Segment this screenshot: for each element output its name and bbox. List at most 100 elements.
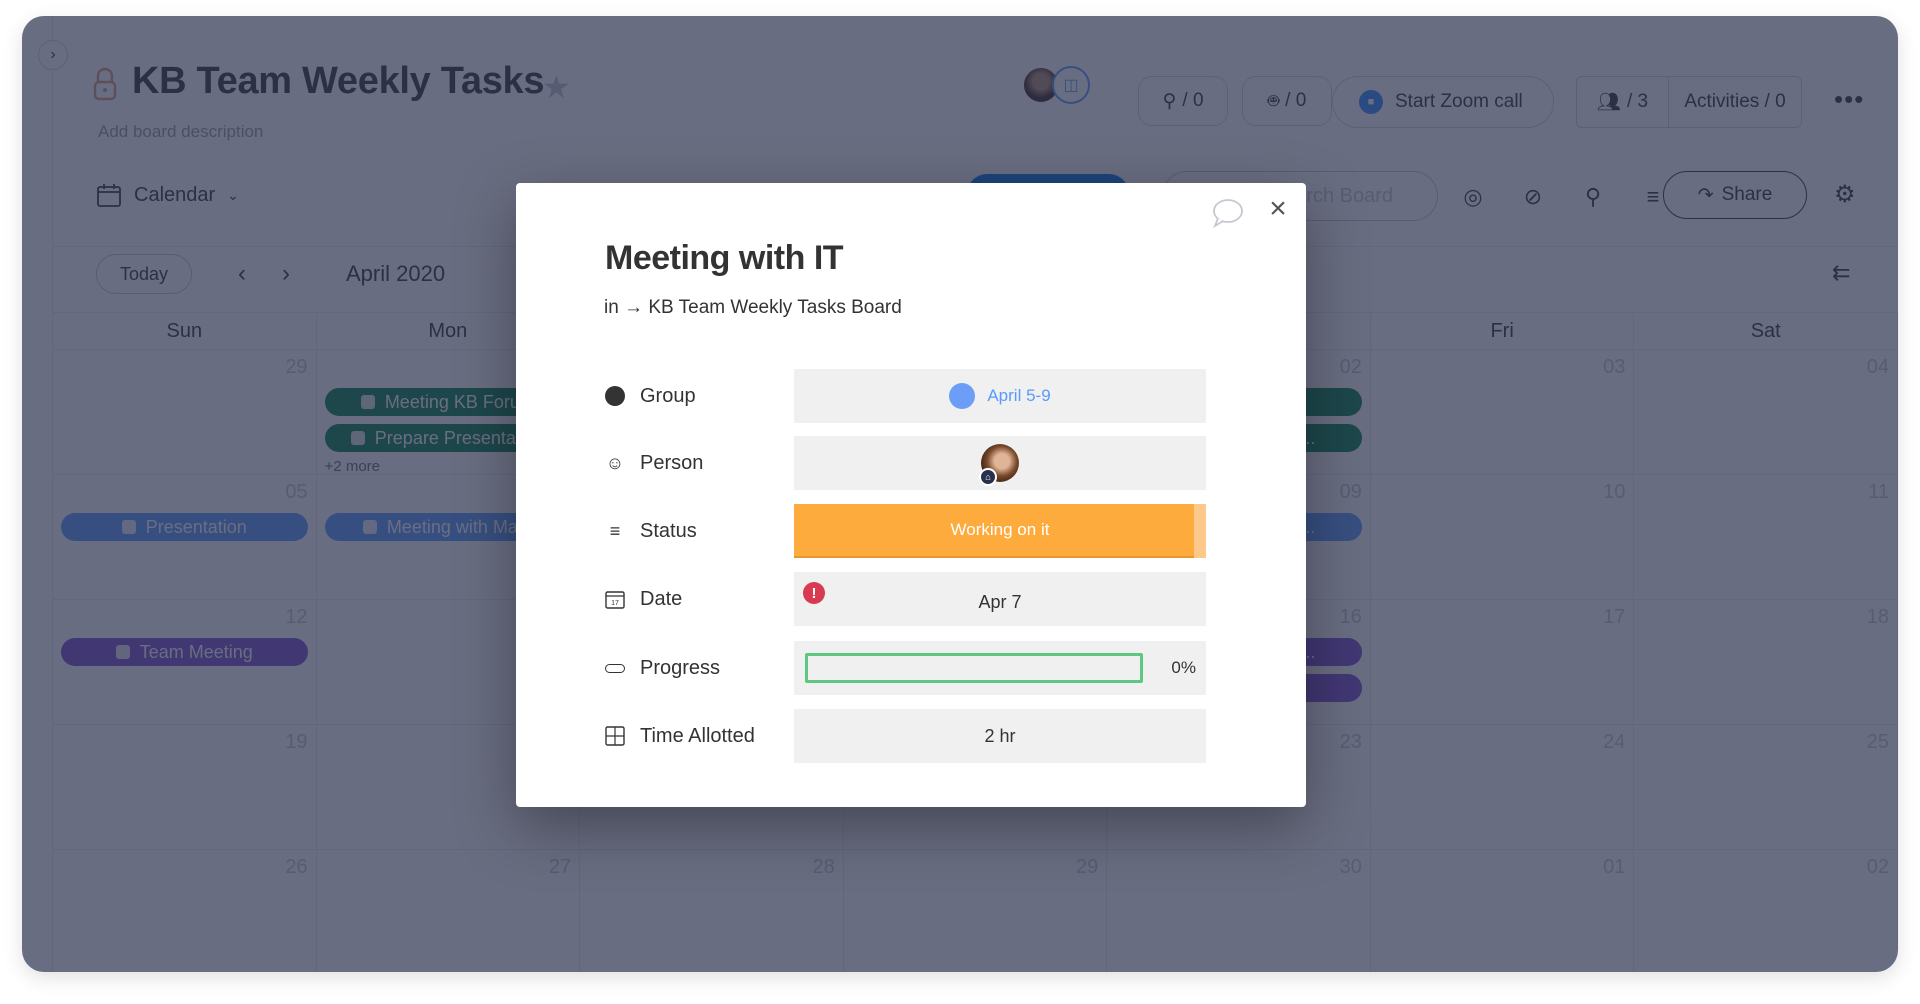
day-number: 25: [1866, 731, 1889, 753]
calendar-day-cell[interactable]: 01: [1371, 850, 1635, 972]
today-button[interactable]: Today: [96, 254, 192, 294]
calendar-day-cell[interactable]: 26: [53, 850, 317, 972]
time-allotted-value[interactable]: 2 hr: [794, 709, 1206, 763]
group-value[interactable]: April 5-9: [794, 369, 1206, 423]
expand-sidebar-button[interactable]: ›: [38, 40, 68, 70]
members-activities-box: 👥︎ / 3 Activities / 0: [1576, 76, 1802, 128]
weekday-sun: Sun: [53, 313, 317, 349]
progress-percent: 0%: [1171, 658, 1196, 677]
date-calendar-icon: 17: [605, 591, 625, 609]
calendar-day-cell[interactable]: 25: [1634, 725, 1898, 850]
modal-title: Meeting with IT: [605, 239, 844, 277]
board-description[interactable]: Add board description: [98, 122, 263, 142]
status-label: Status: [640, 519, 697, 542]
robot-icon: 🤖︎: [1267, 90, 1280, 112]
calendar-day-cell[interactable]: 19: [53, 725, 317, 850]
event-calendar-icon: [362, 520, 377, 534]
calendar-day-cell[interactable]: 05 Presentation: [53, 475, 317, 600]
start-zoom-call-button[interactable]: ■ Start Zoom call: [1332, 76, 1554, 128]
progress-value[interactable]: 0%: [794, 641, 1206, 695]
weekday-fri: Fri: [1371, 313, 1635, 349]
hide-icon[interactable]: ⊘: [1516, 180, 1550, 214]
field-row-progress: Progress 0%: [604, 641, 1220, 695]
field-label-progress: Progress: [604, 641, 720, 695]
modal-breadcrumb[interactable]: in → KB Team Weekly Tasks Board: [604, 297, 902, 319]
assignee-avatar[interactable]: ⌂: [979, 444, 1019, 486]
day-number: 02: [1866, 856, 1889, 878]
automations-button[interactable]: 🤖︎ / 0: [1242, 76, 1332, 126]
day-number: 28: [812, 856, 835, 878]
integrations-button[interactable]: ⚲ / 0: [1138, 76, 1228, 126]
event-label: Meeting KB Forum: [384, 391, 535, 412]
more-options-icon[interactable]: •••: [1834, 84, 1864, 115]
event-label: Presentation: [145, 516, 247, 537]
settings-gear-icon[interactable]: ⚙: [1834, 180, 1856, 209]
calendar-event[interactable]: Team Meeting: [61, 638, 308, 666]
event-calendar-icon: [121, 520, 136, 534]
calendar-day-cell[interactable]: 02: [1634, 850, 1898, 972]
calendar-day-cell[interactable]: 29: [53, 350, 317, 475]
calendar-day-cell[interactable]: 30: [1107, 850, 1371, 972]
prev-month-button[interactable]: ‹: [238, 260, 246, 288]
pin-icon[interactable]: ⚲: [1576, 180, 1610, 214]
collapse-list-icon[interactable]: ⇇: [1832, 260, 1850, 286]
board-title[interactable]: KB Team Weekly Tasks: [132, 60, 545, 103]
group-dot-icon: [604, 385, 626, 407]
calendar-day-cell[interactable]: 24: [1370, 725, 1635, 850]
day-number: 29: [285, 356, 308, 378]
day-number: 27: [548, 856, 572, 878]
day-number: 17: [1603, 606, 1626, 628]
time-allotted-text: 2 hr: [984, 725, 1016, 746]
board-viewers-icon[interactable]: ◫: [1052, 66, 1090, 104]
day-number: 30: [1339, 856, 1362, 878]
activities-button[interactable]: Activities / 0: [1669, 91, 1801, 113]
calendar-day-cell[interactable]: 04: [1634, 350, 1898, 475]
screen: › KB Team Weekly Tasks ★ Add board descr…: [0, 0, 1920, 1004]
calendar-day-cell[interactable]: 17: [1370, 600, 1635, 725]
event-label: Meeting with Ma...: [386, 516, 533, 537]
day-number: 12: [285, 606, 308, 628]
share-arrow-icon: ↷: [1697, 184, 1714, 206]
status-value[interactable]: Working on it: [794, 504, 1206, 558]
field-row-status: ≡ Status Working on it: [604, 504, 1220, 558]
more-events-link[interactable]: +2 more: [325, 458, 380, 475]
day-number: 18: [1866, 606, 1889, 628]
person-value[interactable]: ⌂: [794, 436, 1206, 490]
field-label-group: Group: [604, 369, 696, 423]
day-number: 01: [1603, 856, 1626, 878]
status-fold: [1194, 504, 1206, 558]
view-label: Calendar: [134, 183, 216, 206]
date-value[interactable]: ! Apr 7: [794, 572, 1206, 626]
share-button[interactable]: ↷ Share: [1663, 171, 1807, 219]
calendar-event[interactable]: Presentation: [61, 513, 308, 541]
event-label: Team Meeting: [139, 641, 253, 662]
calendar-day-cell[interactable]: 11: [1634, 475, 1898, 600]
view-selector[interactable]: Calendar ⌄: [96, 182, 239, 208]
share-label: Share: [1721, 184, 1773, 205]
favorite-star-icon[interactable]: ★: [542, 68, 571, 106]
close-icon[interactable]: ×: [1264, 194, 1292, 224]
calendar-day-cell[interactable]: 03: [1370, 350, 1635, 475]
calendar-day-cell[interactable]: 27: [317, 850, 581, 972]
status-text: Working on it: [950, 520, 1050, 539]
field-row-person: ☺ Person ⌂: [604, 436, 1220, 490]
svg-text:17: 17: [611, 600, 619, 607]
person-filter-icon[interactable]: ◎: [1456, 180, 1490, 214]
calendar-day-cell[interactable]: 28: [580, 850, 844, 972]
day-number: 05: [285, 481, 308, 503]
day-number: 04: [1866, 356, 1889, 378]
chevron-down-icon: ⌄: [227, 186, 239, 203]
field-row-date: 17 Date ! Apr 7: [604, 572, 1220, 626]
next-month-button[interactable]: ›: [282, 260, 290, 288]
calendar-day-cell[interactable]: 10: [1370, 475, 1635, 600]
members-button[interactable]: 👥︎ / 3: [1577, 77, 1669, 127]
progress-bar: [805, 653, 1143, 683]
day-number: 10: [1603, 481, 1626, 503]
calendar-day-cell[interactable]: 18: [1634, 600, 1898, 725]
time-allotted-label: Time Allotted: [640, 724, 755, 747]
day-number: 03: [1603, 356, 1626, 378]
calendar-day-cell[interactable]: 12 Team Meeting: [53, 600, 317, 725]
calendar-day-cell[interactable]: 29: [844, 850, 1108, 972]
calculator-icon: [605, 726, 625, 746]
comment-bubble-icon[interactable]: [1210, 197, 1244, 229]
